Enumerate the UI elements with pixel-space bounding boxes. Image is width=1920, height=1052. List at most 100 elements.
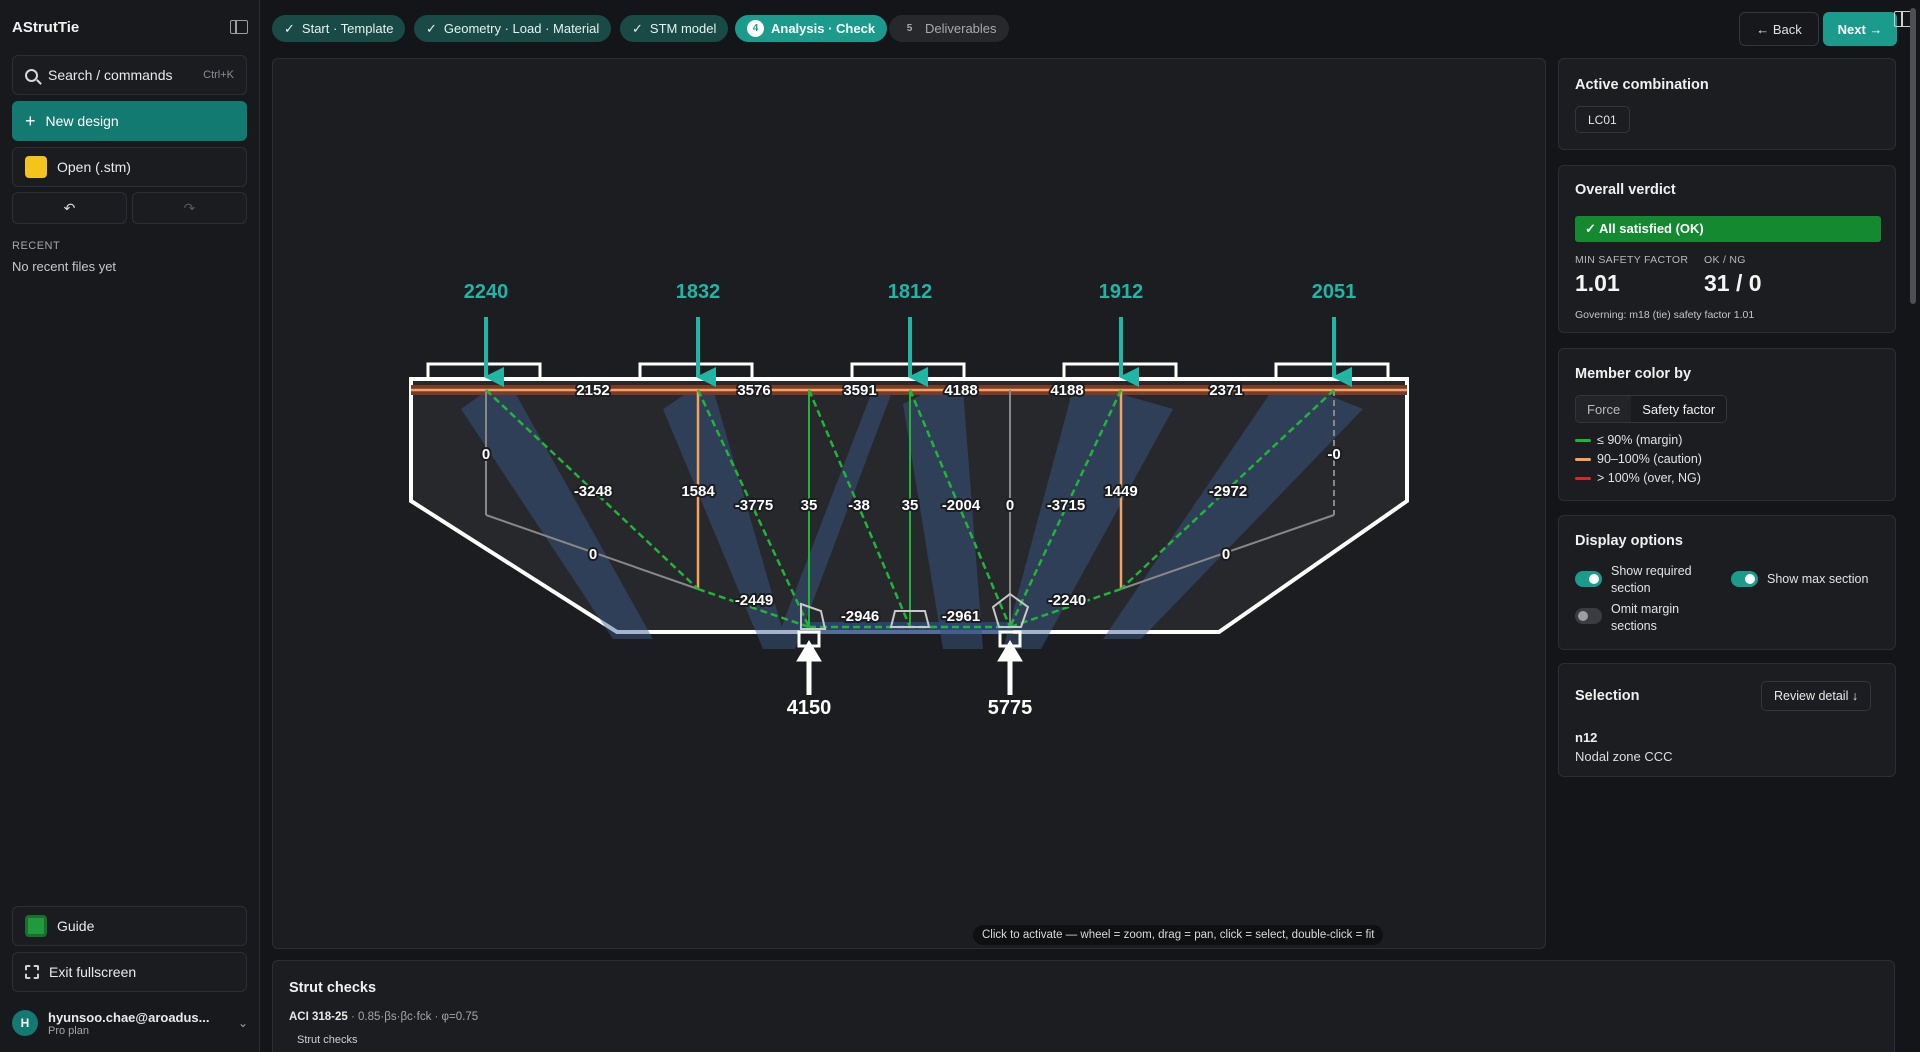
- search-shortcut: Ctrl+K: [203, 69, 234, 81]
- strut-checks-panel: Strut checks ACI 318-25 · 0.85·βs·βc·fck…: [272, 960, 1895, 1052]
- load-value: 1812: [888, 281, 933, 303]
- min-sf-label: MIN SAFETY FACTOR: [1575, 254, 1689, 266]
- scrollbar[interactable]: [1910, 8, 1916, 304]
- bottom-force: 0: [1222, 546, 1230, 563]
- member-force: -38: [848, 497, 870, 514]
- exit-fullscreen-button[interactable]: Exit fullscreen: [12, 952, 247, 992]
- fullscreen-label: Exit fullscreen: [49, 964, 137, 980]
- load-arrows: [484, 317, 1352, 387]
- okng-label: OK / NG: [1704, 254, 1746, 266]
- bottom-force: -2449: [735, 592, 773, 609]
- member-force: -2972: [1209, 483, 1247, 500]
- omit-margin-label: Omit margin sections: [1611, 602, 1680, 633]
- member-force: -3775: [735, 497, 773, 514]
- redo-button[interactable]: ↷: [132, 192, 247, 224]
- verdict-title: Overall verdict: [1575, 182, 1676, 198]
- legend-label: ≤ 90% (margin): [1597, 433, 1683, 447]
- recent-empty-text: No recent files yet: [12, 259, 117, 274]
- show-required-label: Show required section: [1611, 564, 1692, 595]
- step-deliverables[interactable]: 5 Deliverables: [889, 15, 1009, 42]
- legend-swatch: [1575, 457, 1591, 461]
- legend-swatch: [1575, 476, 1591, 480]
- back-button[interactable]: ← Back: [1739, 12, 1819, 46]
- load-value: 1832: [676, 281, 721, 303]
- new-design-button[interactable]: + New design: [12, 101, 247, 141]
- step-stm-model[interactable]: ✓ STM model: [620, 15, 729, 42]
- member-force: 0: [1006, 497, 1014, 514]
- show-max-toggle[interactable]: [1731, 571, 1758, 587]
- step-start-template[interactable]: ✓ Start · Template: [272, 15, 406, 42]
- stm-canvas[interactable]: 2240 1832 1812 1912 2051 4150 5775 2152 3576 35…: [272, 58, 1546, 949]
- selection-card: Selection Review detail ↓ n12 Nodal zone…: [1558, 663, 1896, 777]
- next-button[interactable]: Next →: [1823, 12, 1897, 46]
- display-title: Display options: [1575, 533, 1683, 549]
- chevron-down-icon: ⌄: [237, 1016, 248, 1030]
- bottom-force: -2946: [841, 608, 879, 625]
- user-menu[interactable]: H hyunsoo.chae@aroadus... Pro plan ⌄: [12, 1005, 248, 1041]
- combo-title: Active combination: [1575, 77, 1709, 93]
- check-icon: ✓: [426, 20, 437, 36]
- step-number: 5: [906, 23, 913, 34]
- bottom-force: -2961: [942, 608, 980, 625]
- new-design-label: New design: [45, 113, 119, 129]
- min-sf-value: 1.01: [1575, 270, 1620, 296]
- step-analysis-check[interactable]: 4 Analysis · Check: [735, 15, 888, 42]
- plus-icon: +: [25, 110, 36, 131]
- step-geometry-load-material[interactable]: ✓ Geometry · Load · Material: [414, 15, 612, 42]
- legend-margin: ≤ 90% (margin): [1575, 433, 1682, 447]
- avatar: H: [12, 1010, 38, 1036]
- support-plates: [797, 630, 1022, 648]
- member-force: 1449: [1104, 483, 1137, 500]
- recent-heading: RECENT: [12, 240, 61, 252]
- governing-text: Governing: m18 (tie) safety factor 1.01: [1575, 309, 1755, 321]
- step-number: 4: [747, 20, 764, 37]
- search-label: Search / commands: [48, 67, 173, 83]
- member-force: 35: [801, 497, 818, 514]
- folder-icon: [25, 156, 47, 178]
- combination-select[interactable]: LC01: [1575, 106, 1630, 133]
- selection-title: Selection: [1575, 688, 1640, 704]
- load-value: 1912: [1099, 281, 1144, 303]
- step-label: Geometry · Load · Material: [443, 21, 600, 36]
- load-value: 2240: [464, 281, 509, 303]
- overall-verdict-card: Overall verdict ✓ All satisfied (OK) MIN…: [1558, 165, 1896, 333]
- code-name: ACI 318-25: [289, 1011, 348, 1023]
- show-required-toggle[interactable]: [1575, 571, 1602, 587]
- search-icon: [25, 68, 38, 82]
- checks-title: Strut checks: [289, 980, 377, 996]
- guide-button[interactable]: Guide: [12, 906, 247, 946]
- color-title: Member color by: [1575, 366, 1692, 382]
- member-force: 1584: [681, 483, 715, 500]
- undo-icon: ↶: [63, 199, 76, 216]
- color-by-force[interactable]: Force: [1576, 396, 1632, 422]
- user-name: hyunsoo.chae@aroadus...: [48, 1009, 210, 1025]
- top-chord-force: 3576: [737, 382, 770, 399]
- okng-value: 31 / 0: [1704, 270, 1762, 296]
- color-by-safety-factor[interactable]: Safety factor: [1631, 396, 1727, 422]
- top-chord-force: 3591: [843, 382, 876, 399]
- bottom-force: -2240: [1048, 592, 1086, 609]
- tab-strut-checks[interactable]: Strut checks: [297, 1034, 358, 1046]
- sidebar-toggle-icon[interactable]: [230, 20, 248, 34]
- guide-icon: [25, 915, 47, 937]
- step-label: Analysis · Check: [771, 21, 876, 36]
- omit-margin-toggle[interactable]: [1575, 608, 1602, 624]
- step-label: Start · Template: [301, 21, 394, 36]
- color-mode-toggle: Force Safety factor: [1575, 395, 1728, 423]
- reaction-value: 4150: [787, 697, 832, 719]
- check-icon: ✓: [284, 20, 295, 36]
- open-file-button[interactable]: Open (.stm): [12, 147, 247, 187]
- legend-label: 90–100% (caution): [1597, 452, 1702, 466]
- selection-id: n12: [1575, 730, 1598, 745]
- canvas-hint: Click to activate — wheel = zoom, drag =…: [973, 925, 1384, 945]
- undo-button[interactable]: ↶: [12, 192, 127, 224]
- guide-label: Guide: [57, 918, 95, 934]
- reaction-value: 5775: [988, 697, 1033, 719]
- search-button[interactable]: Search / commands Ctrl+K: [12, 55, 247, 95]
- review-detail-button[interactable]: Review detail ↓: [1761, 681, 1872, 711]
- step-label: STM model: [649, 21, 717, 36]
- design-code: ACI 318-25 · 0.85·βs·βc·fck · φ=0.75: [289, 1011, 478, 1023]
- member-force: -2004: [942, 497, 981, 514]
- load-value: 2051: [1312, 281, 1357, 303]
- stm-drawing: 2240 1832 1812 1912 2051 4150 5775 2152 3576 35…: [409, 281, 1409, 719]
